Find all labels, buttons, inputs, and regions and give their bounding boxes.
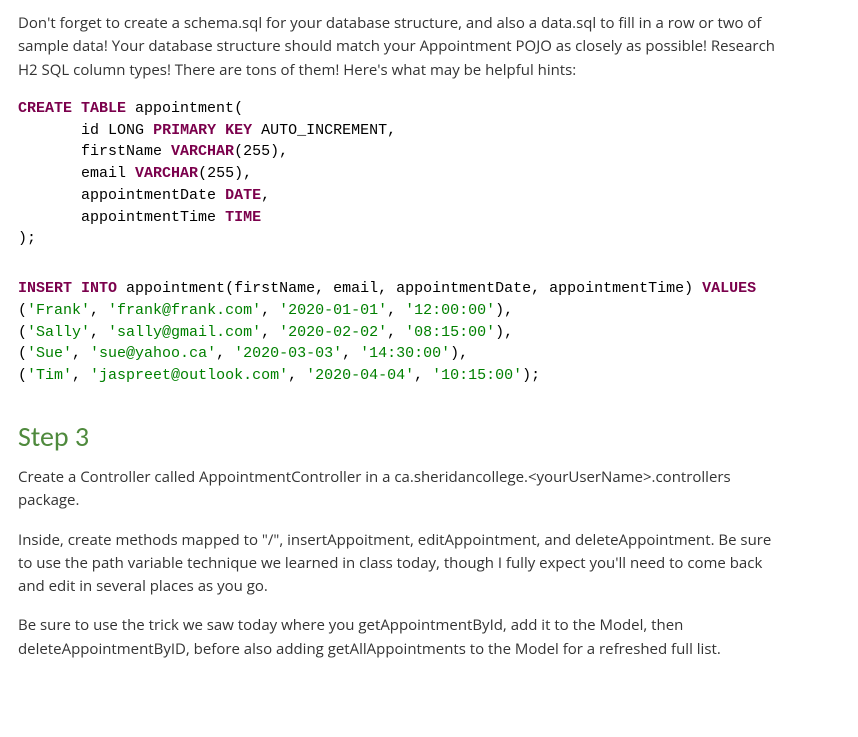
comma: , bbox=[288, 367, 306, 384]
kw-date: DATE bbox=[225, 187, 261, 204]
row-val: '2020-01-01' bbox=[279, 302, 387, 319]
step3-paragraph-2: Inside, create methods mapped to "/", in… bbox=[18, 529, 778, 599]
col-email-size: 255 bbox=[207, 165, 234, 182]
schema-table-name: appointment bbox=[135, 100, 234, 117]
comma: , bbox=[72, 367, 90, 384]
row-val: '2020-04-04' bbox=[306, 367, 414, 384]
row-close: ), bbox=[495, 302, 513, 319]
row-open: ( bbox=[18, 324, 27, 341]
kw-primary-key: PRIMARY KEY bbox=[153, 122, 252, 139]
kw-varchar-2: VARCHAR bbox=[135, 165, 198, 182]
row-val: '10:15:00' bbox=[432, 367, 522, 384]
comma: , bbox=[342, 345, 360, 362]
row-val: 'sally@gmail.com' bbox=[108, 324, 261, 341]
paren: ) bbox=[270, 143, 279, 160]
row-val: 'Frank' bbox=[27, 302, 90, 319]
row-val: '2020-03-03' bbox=[234, 345, 342, 362]
document-page: Don't forget to create a schema.sql for … bbox=[0, 0, 796, 707]
step3-paragraph-3: Be sure to use the trick we saw today wh… bbox=[18, 614, 778, 661]
open-paren: ( bbox=[234, 100, 243, 117]
comma: , bbox=[261, 324, 279, 341]
row-open: ( bbox=[18, 302, 27, 319]
col-id-type: LONG bbox=[108, 122, 144, 139]
comma: , bbox=[90, 302, 108, 319]
kw-auto-increment: AUTO_INCREMENT bbox=[261, 122, 387, 139]
paren: ( bbox=[198, 165, 207, 182]
comma: , bbox=[414, 367, 432, 384]
col-email-name: email bbox=[81, 165, 126, 182]
row-val: '12:00:00' bbox=[405, 302, 495, 319]
kw-create-table: CREATE TABLE bbox=[18, 100, 126, 117]
row-val: 'Tim' bbox=[27, 367, 72, 384]
row-val: 'frank@frank.com' bbox=[108, 302, 261, 319]
kw-insert-into: INSERT INTO bbox=[18, 280, 117, 297]
kw-time: TIME bbox=[225, 209, 261, 226]
paren: ( bbox=[234, 143, 243, 160]
col-id-name: id bbox=[81, 122, 99, 139]
row-open: ( bbox=[18, 367, 27, 384]
col-appttime-name: appointmentTime bbox=[81, 209, 216, 226]
kw-values: VALUES bbox=[702, 280, 756, 297]
step3-heading: Step 3 bbox=[18, 415, 778, 458]
row-close: ), bbox=[450, 345, 468, 362]
comma: , bbox=[72, 345, 90, 362]
row-val: 'sue@yahoo.ca' bbox=[90, 345, 216, 362]
row-val: '2020-02-02' bbox=[279, 324, 387, 341]
row-val: 'Sally' bbox=[27, 324, 90, 341]
row-val: '14:30:00' bbox=[360, 345, 450, 362]
kw-varchar-1: VARCHAR bbox=[171, 143, 234, 160]
step3-paragraph-1: Create a Controller called AppointmentCo… bbox=[18, 466, 778, 513]
schema-sql-code: CREATE TABLE appointment( id LONG PRIMAR… bbox=[18, 98, 778, 250]
comma: , bbox=[90, 324, 108, 341]
row-open: ( bbox=[18, 345, 27, 362]
row-val: 'jaspreet@outlook.com' bbox=[90, 367, 288, 384]
row-close: ); bbox=[522, 367, 540, 384]
col-firstname-size: 255 bbox=[243, 143, 270, 160]
comma: , bbox=[387, 302, 405, 319]
row-val: 'Sue' bbox=[27, 345, 72, 362]
col-apptdate-name: appointmentDate bbox=[81, 187, 216, 204]
comma: , bbox=[387, 324, 405, 341]
comma: , bbox=[261, 302, 279, 319]
close-paren: ); bbox=[18, 230, 36, 247]
insert-columns: (firstName, email, appointmentDate, appo… bbox=[225, 280, 693, 297]
comma: , bbox=[216, 345, 234, 362]
insert-table-name: appointment bbox=[126, 280, 225, 297]
paren: ) bbox=[234, 165, 243, 182]
col-firstname-name: firstName bbox=[81, 143, 162, 160]
intro-paragraph: Don't forget to create a schema.sql for … bbox=[18, 12, 778, 82]
row-val: '08:15:00' bbox=[405, 324, 495, 341]
row-close: ), bbox=[495, 324, 513, 341]
data-sql-code: INSERT INTO appointment(firstName, email… bbox=[18, 278, 778, 387]
